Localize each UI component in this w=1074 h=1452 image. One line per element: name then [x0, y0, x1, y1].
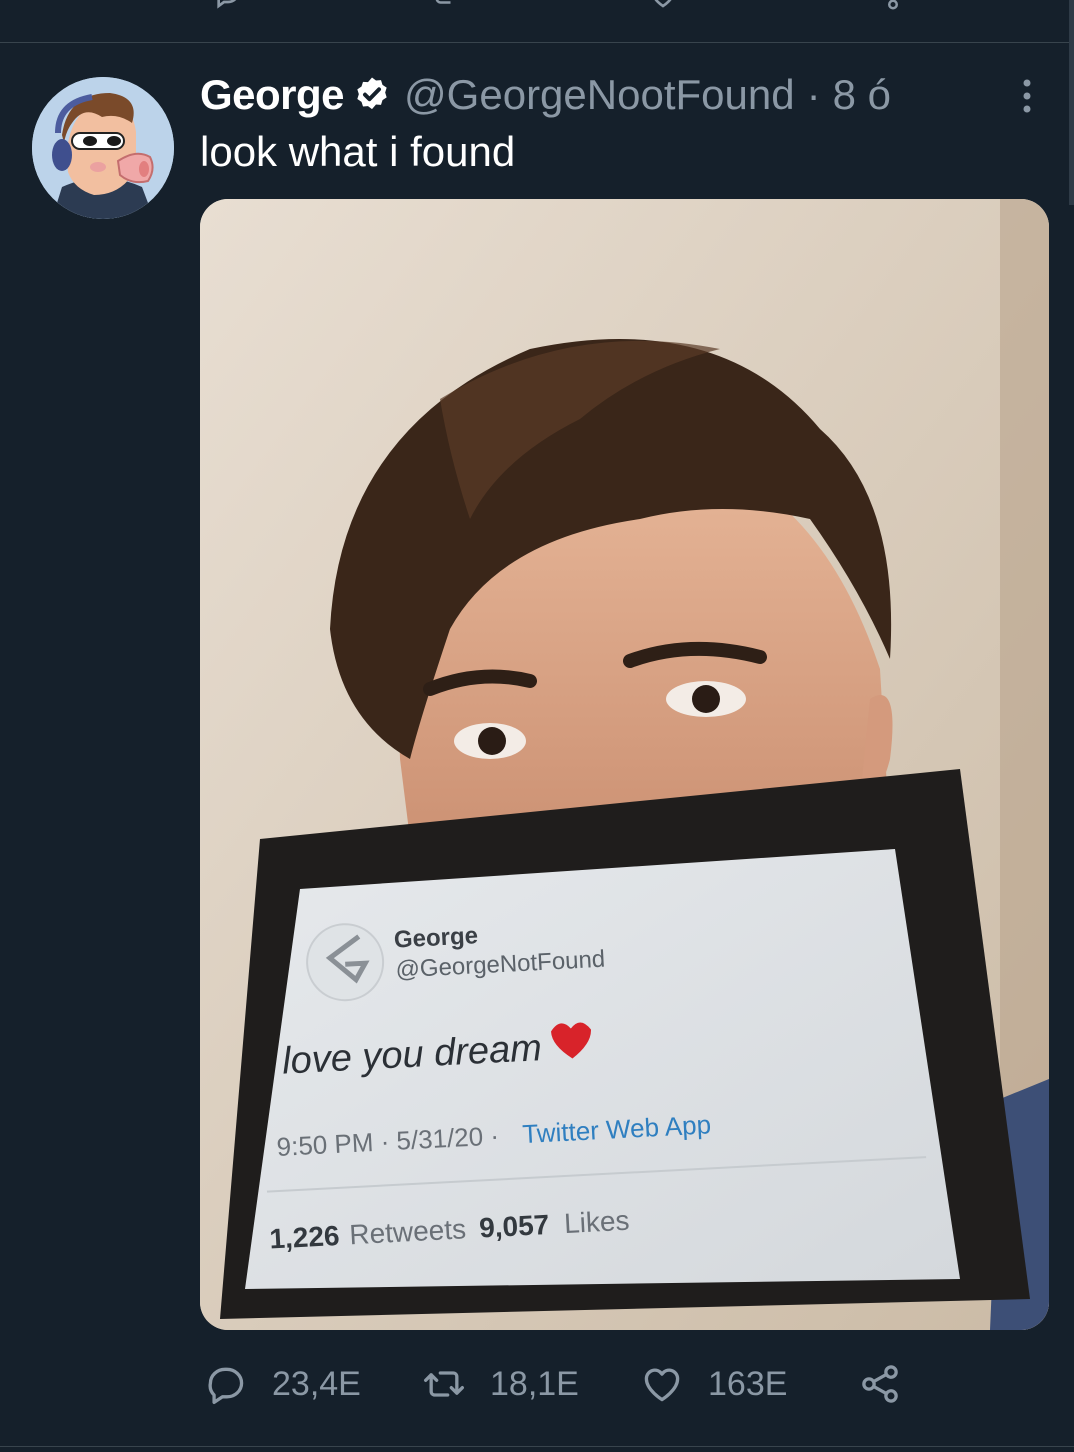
framed-likes-count: 9,057	[478, 1209, 550, 1244]
tweet-time[interactable]: 8 ó	[833, 71, 891, 119]
divider	[0, 1446, 1074, 1447]
previous-tweet-actions	[0, 0, 1074, 43]
like-count: 163E	[708, 1364, 788, 1403]
header-separator: ·	[806, 71, 821, 118]
share-button[interactable]	[858, 1358, 926, 1410]
photo-illustration: George @GeorgeNotFound love you dream 9:…	[200, 199, 1049, 1330]
retweet-count: 18,1E	[490, 1364, 579, 1403]
avatar[interactable]	[32, 77, 174, 219]
scrollbar[interactable]	[1069, 0, 1074, 205]
retweet-button[interactable]: 18,1E	[422, 1358, 579, 1410]
verified-badge-icon	[357, 77, 387, 110]
tweet-photo[interactable]: George @GeorgeNotFound love you dream 9:…	[200, 199, 1049, 1330]
author-name[interactable]: George	[200, 71, 345, 119]
tweet-actions: 23,4E 18,1E 163E	[200, 1358, 920, 1410]
reply-button[interactable]: 23,4E	[204, 1358, 361, 1410]
tweet-text: look what i found	[200, 128, 516, 175]
heart-icon	[644, 1368, 680, 1402]
framed-name: George	[393, 922, 478, 953]
reply-icon	[208, 1367, 244, 1404]
retweet-icon[interactable]	[428, 0, 468, 10]
retweet-icon	[424, 1371, 464, 1397]
author-handle[interactable]: @GeorgeNootFound	[404, 71, 795, 119]
framed-retweets-count: 1,226	[269, 1220, 341, 1255]
heart-icon[interactable]	[645, 0, 681, 10]
reply-icon[interactable]	[210, 0, 246, 10]
framed-likes-label: Likes	[563, 1205, 630, 1239]
reply-count: 23,4E	[272, 1364, 361, 1403]
like-button[interactable]: 163E	[640, 1358, 787, 1410]
share-icon	[862, 1365, 898, 1403]
more-icon[interactable]	[1016, 76, 1038, 116]
avatar-illustration	[32, 77, 174, 219]
tweet-header: George @GeorgeNootFound · 8 ó	[200, 70, 891, 120]
share-icon[interactable]	[878, 0, 908, 12]
framed-retweets-label: Retweets	[349, 1213, 467, 1250]
